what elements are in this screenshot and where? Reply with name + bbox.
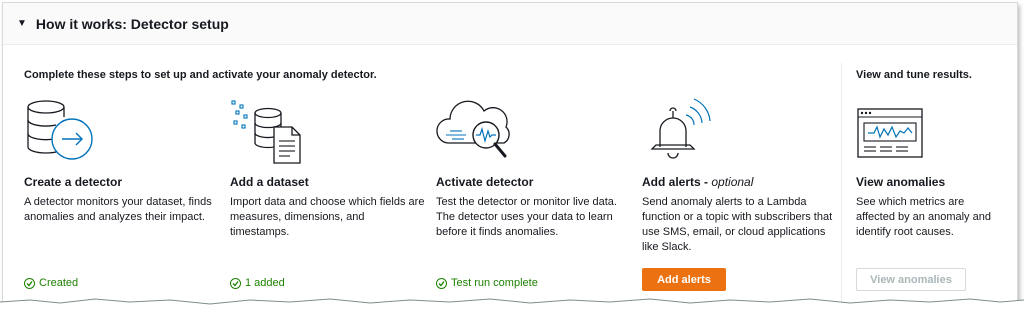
add-alerts-button[interactable]: Add alerts	[642, 268, 726, 291]
step-activate-detector: Activate detector Test the detector or m…	[436, 97, 636, 297]
how-it-works-panel: ▼ How it works: Detector setup Complete …	[2, 2, 1018, 306]
check-circle-icon	[230, 277, 241, 289]
step-view-anomalies: View anomalies See which metrics are aff…	[856, 97, 1006, 297]
step-add-alerts: Add alerts - optional Send anomaly alert…	[642, 97, 842, 297]
status-created: Created	[24, 277, 78, 289]
step-title-optional: optional	[711, 175, 754, 189]
step-description: A detector monitors your dataset, finds …	[24, 196, 212, 223]
status-added: 1 added	[230, 277, 285, 289]
caret-down-icon[interactable]: ▼	[17, 18, 27, 29]
bell-alert-icon	[650, 98, 711, 159]
status-text: 1 added	[245, 277, 285, 289]
monitor-chart-icon	[857, 108, 923, 158]
torn-edge	[0, 298, 1024, 317]
step-description: Send anomaly alerts to a Lambda function…	[642, 196, 833, 253]
check-circle-icon	[436, 277, 447, 289]
step-description: Test the detector or monitor live data. …	[436, 196, 617, 238]
step-description: See which metrics are affected by an ano…	[856, 196, 991, 238]
step-title: Add a dataset	[230, 175, 309, 189]
dataset-document-icon	[231, 100, 301, 164]
side-title: View and tune results.	[856, 69, 972, 81]
status-test-run: Test run complete	[436, 277, 538, 289]
step-title-text: Add alerts -	[642, 175, 712, 189]
check-circle-icon	[24, 277, 35, 289]
panel-header-toggle[interactable]: ▼ How it works: Detector setup	[3, 3, 1017, 45]
view-anomalies-button[interactable]: View anomalies	[856, 268, 966, 291]
database-arrow-icon	[27, 100, 93, 160]
panel-title: How it works: Detector setup	[35, 15, 229, 32]
step-title: View anomalies	[856, 175, 946, 189]
step-description: Import data and choose which fields are …	[230, 196, 425, 238]
step-title: Add alerts - optional	[642, 175, 753, 189]
step-create-detector: Create a detector A detector monitors yo…	[24, 97, 224, 297]
step-title: Create a detector	[24, 175, 123, 189]
step-add-dataset: Add a dataset Import data and choose whi…	[230, 97, 430, 297]
status-text: Created	[39, 277, 79, 289]
intro-text: Complete these steps to set up and activ…	[24, 69, 377, 81]
status-text: Test run complete	[451, 277, 538, 289]
cloud-magnifier-icon	[436, 100, 510, 158]
step-title: Activate detector	[436, 175, 534, 189]
